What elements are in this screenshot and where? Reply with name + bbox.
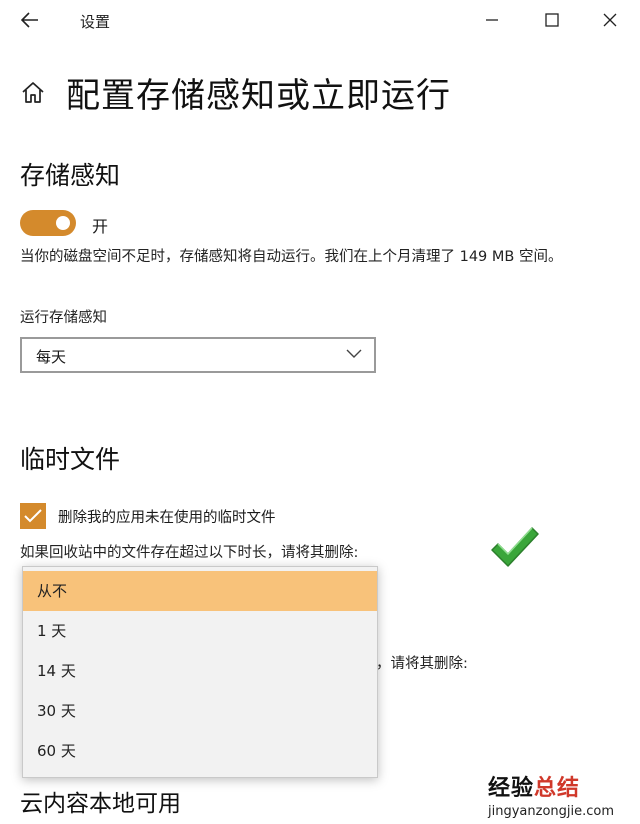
watermark-title: 经验总结 — [488, 770, 614, 802]
watermark: 经验总结 jingyanzongjie.com — [488, 770, 614, 819]
close-button[interactable] — [590, 6, 630, 34]
green-checkmark-icon — [488, 522, 540, 574]
checkmark-icon — [24, 509, 42, 523]
run-storage-sense-label: 运行存储感知 — [20, 310, 107, 326]
window-title: 设置 — [80, 13, 111, 31]
run-frequency-value: 每天 — [36, 348, 67, 366]
dropdown-option-14-days[interactable]: 14 天 — [23, 651, 377, 691]
storage-sense-heading: 存储感知 — [20, 161, 121, 190]
back-button[interactable] — [10, 6, 50, 34]
home-button[interactable] — [20, 80, 46, 108]
toggle-state-label: 开 — [92, 217, 109, 236]
minimize-icon — [486, 19, 498, 21]
storage-sense-toggle[interactable] — [20, 210, 76, 236]
dropdown-option-60-days[interactable]: 60 天 — [23, 731, 377, 771]
delete-temp-files-label: 删除我的应用未在使用的临时文件 — [58, 510, 276, 526]
dropdown-option-1-day[interactable]: 1 天 — [23, 611, 377, 651]
dropdown-option-never[interactable]: 从不 — [23, 571, 377, 611]
watermark-title-red: 总结 — [534, 776, 581, 801]
maximize-button[interactable] — [532, 6, 572, 34]
watermark-title-black: 经验 — [488, 776, 535, 801]
delete-temp-files-checkbox[interactable] — [20, 503, 46, 529]
home-icon — [22, 82, 44, 103]
close-icon — [603, 13, 617, 27]
partially-hidden-label: ，请将其删除: — [376, 656, 468, 672]
recycle-bin-duration-dropdown[interactable]: 从不 1 天 14 天 30 天 60 天 — [22, 566, 378, 778]
recycle-bin-duration-label: 如果回收站中的文件存在超过以下时长，请将其删除: — [20, 545, 359, 561]
run-frequency-select[interactable]: 每天 — [20, 337, 376, 373]
minimize-button[interactable] — [472, 6, 512, 34]
watermark-url: jingyanzongjie.com — [488, 804, 615, 819]
cloud-content-heading: 云内容本地可用 — [20, 791, 181, 817]
storage-sense-description: 当你的磁盘空间不足时，存储感知将自动运行。我们在上个月清理了 149 MB 空间… — [20, 249, 563, 265]
temp-files-heading: 临时文件 — [20, 445, 121, 474]
toggle-knob — [56, 216, 70, 230]
dropdown-option-30-days[interactable]: 30 天 — [23, 691, 377, 731]
back-arrow-icon — [21, 12, 38, 28]
page-title: 配置存储感知或立即运行 — [66, 76, 451, 116]
maximize-icon — [545, 13, 559, 27]
chevron-down-icon — [346, 349, 362, 358]
